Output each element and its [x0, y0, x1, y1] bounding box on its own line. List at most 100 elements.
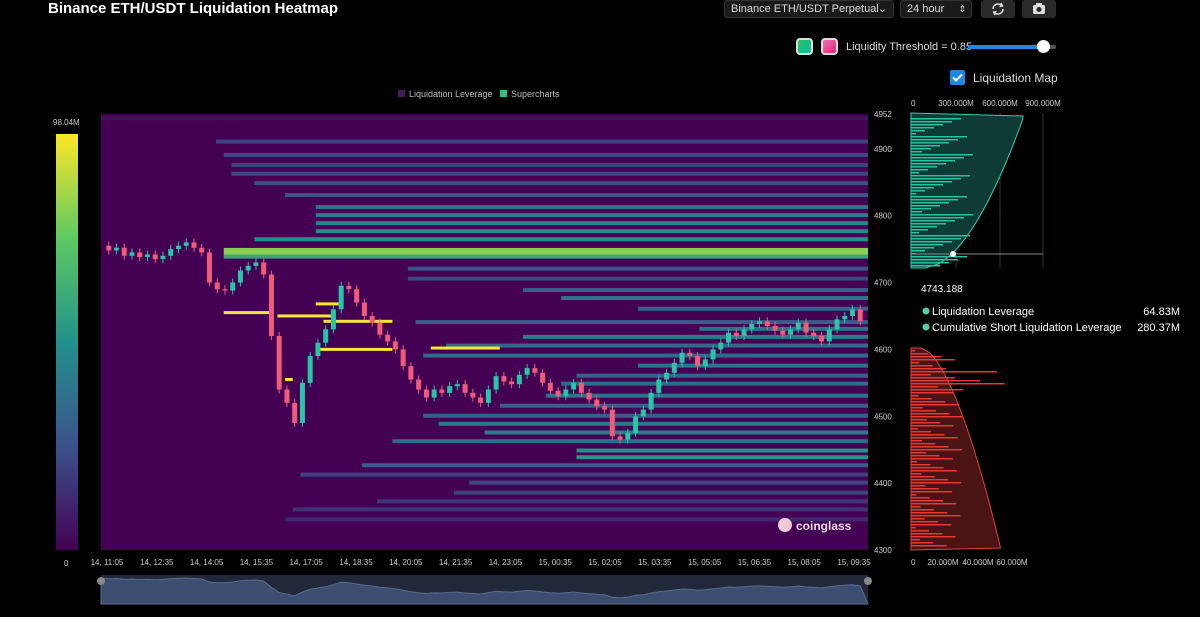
- x-tick-label: 15, 05:05: [688, 558, 722, 567]
- candle-body: [834, 319, 840, 330]
- tooltip-row1-value: 64.83M: [1143, 306, 1180, 318]
- candle-body: [121, 247, 127, 256]
- candle-body: [788, 329, 794, 335]
- range-navigator[interactable]: [97, 575, 872, 605]
- map-bottom-tick: 60.000M: [996, 558, 1027, 567]
- map-short-bar: [911, 148, 931, 150]
- map-long-bar: [911, 434, 945, 436]
- candle-body: [726, 332, 732, 343]
- y-tick-label: 4800: [874, 212, 892, 221]
- map-long-bar: [911, 503, 957, 505]
- candle-body: [470, 392, 476, 398]
- map-long-bar: [911, 461, 918, 463]
- map-top-tick: 300.000M: [938, 99, 974, 108]
- candle-body: [315, 342, 321, 357]
- legend-supercharts[interactable]: Supercharts: [511, 89, 560, 99]
- map-long-bar: [911, 533, 943, 535]
- map-short-bar: [911, 136, 967, 138]
- candle-body: [532, 368, 538, 373]
- map-long-bar: [911, 479, 948, 481]
- navigator-handle-right[interactable]: [864, 577, 872, 585]
- heatmap-band: [315, 229, 868, 234]
- candle-body: [144, 254, 150, 258]
- legend-leverage[interactable]: Liquidation Leverage: [409, 89, 493, 99]
- map-short-bar: [911, 205, 940, 207]
- map-short-bar: [911, 211, 922, 213]
- heatmap-band: [216, 139, 869, 144]
- map-short-bar: [911, 193, 916, 195]
- map-short-bar: [911, 202, 949, 204]
- map-long-bar: [911, 512, 948, 514]
- candle-body: [454, 384, 460, 387]
- map-short-bar: [911, 232, 919, 234]
- candle-body: [602, 406, 608, 410]
- candle-body: [633, 416, 639, 433]
- map-crosshair-dot: [950, 251, 956, 257]
- x-tick-label: 14, 18:35: [339, 558, 373, 567]
- candle-body: [160, 255, 166, 260]
- map-short-bar: [911, 229, 928, 231]
- heatmap-band: [223, 254, 869, 259]
- x-tick-label: 15, 03:35: [638, 558, 672, 567]
- y-tick-label: 4600: [874, 345, 892, 354]
- map-short-bar: [911, 169, 928, 171]
- heatmap-band: [315, 205, 868, 210]
- map-short-bar: [911, 250, 925, 252]
- x-tick-label: 14, 14:05: [190, 558, 224, 567]
- x-tick-label: 15, 09:35: [837, 558, 871, 567]
- y-tick-label: 4500: [874, 412, 892, 421]
- map-long-bar: [911, 542, 934, 544]
- x-tick-label: 14, 21:35: [439, 558, 473, 567]
- x-tick-label: 15, 02:05: [588, 558, 622, 567]
- heatmap-band: [407, 276, 868, 281]
- candle-body: [594, 399, 600, 407]
- map-short-bar: [911, 154, 973, 156]
- tooltip-row2-dot: [922, 323, 930, 331]
- map-short-bar: [911, 130, 925, 132]
- candle-body: [640, 409, 646, 417]
- heatmap-band: [223, 152, 869, 157]
- candle-body: [857, 309, 863, 322]
- map-long-bar: [911, 398, 932, 400]
- map-top-tick: 600.000M: [982, 99, 1018, 108]
- tooltip-row2-value: 280.37M: [1137, 322, 1180, 334]
- map-short-bar: [911, 184, 943, 186]
- tooltip-row1-label: Liquidation Leverage: [932, 306, 1034, 318]
- map-long-bar: [911, 449, 962, 451]
- candle-body: [842, 315, 848, 320]
- legend: Liquidation Leverage Supercharts: [398, 89, 560, 99]
- tooltip-price: 4743.188: [921, 284, 963, 295]
- candle-body: [664, 372, 670, 380]
- candle-body: [129, 252, 135, 256]
- map-long-bar: [911, 371, 997, 373]
- coinglass-logo-icon: [778, 518, 792, 532]
- candle-body: [764, 321, 770, 326]
- map-long-bar: [911, 518, 925, 520]
- candle-body: [462, 384, 468, 393]
- map-long-bar: [911, 536, 956, 538]
- hotspot-segment: [277, 314, 332, 318]
- candle-body: [361, 302, 367, 316]
- map-long-bar: [911, 401, 946, 403]
- map-long-bar: [911, 395, 919, 397]
- candle-body: [292, 402, 298, 423]
- y-tick-label: 4700: [874, 279, 892, 288]
- map-long-bar: [911, 437, 958, 439]
- candle-body: [183, 242, 189, 246]
- watermark-text: coinglass: [796, 519, 852, 533]
- candle-body: [733, 332, 739, 337]
- candle-body: [687, 352, 693, 357]
- map-short-bar: [911, 262, 949, 264]
- map-long-bar: [911, 485, 926, 487]
- x-tick-label: 15, 00:35: [539, 558, 573, 567]
- heatmap-band: [254, 181, 868, 186]
- candle-body: [423, 389, 429, 398]
- map-long-bar: [911, 425, 954, 427]
- map-long-bar: [911, 515, 961, 517]
- heatmap-band: [499, 403, 868, 408]
- navigator-handle-left[interactable]: [97, 577, 105, 585]
- map-long-bar: [911, 353, 929, 355]
- map-long-bar: [911, 383, 1005, 385]
- candle-body: [718, 342, 724, 350]
- candle-body: [695, 356, 701, 367]
